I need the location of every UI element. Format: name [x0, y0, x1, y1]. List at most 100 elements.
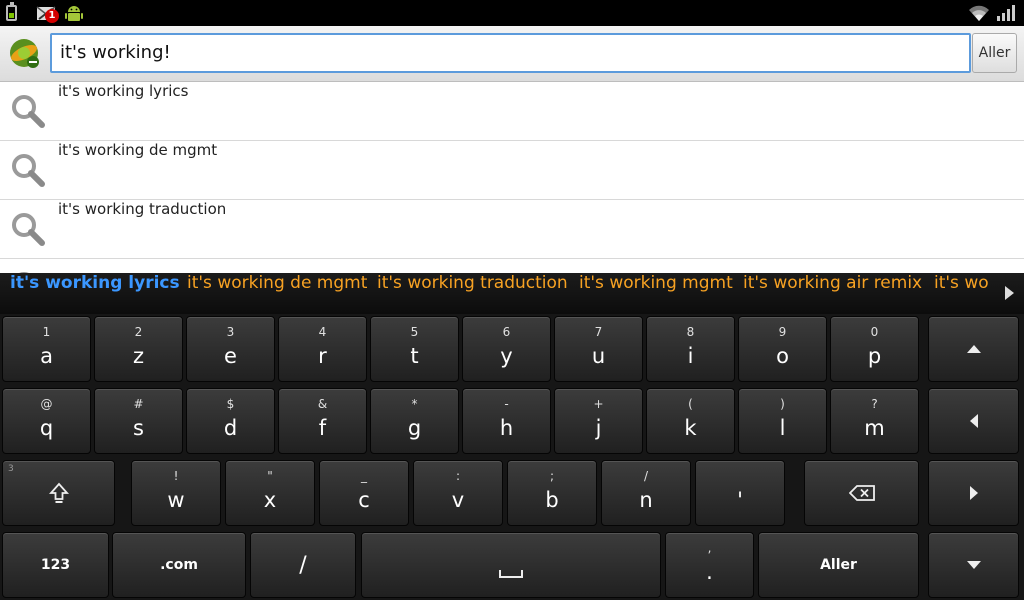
key-u[interactable]: 7u	[554, 316, 643, 382]
key-d[interactable]: $ d	[186, 388, 275, 454]
key-x[interactable]: " x	[225, 460, 315, 526]
key-label: l	[779, 416, 786, 440]
key-hint: 0	[870, 325, 879, 339]
key-z[interactable]: 2z	[94, 316, 183, 382]
notification-count-badge: 1	[45, 9, 59, 23]
key-r[interactable]: 4r	[278, 316, 367, 382]
space-key[interactable]	[361, 532, 661, 598]
suggestion-item-partial[interactable]	[0, 259, 1024, 273]
symbols-key[interactable]: 123	[2, 532, 109, 598]
key-apostrophe[interactable]: '	[695, 460, 785, 526]
search-icon	[12, 95, 45, 128]
dotcom-key[interactable]: .com	[112, 532, 246, 598]
key-a[interactable]: 1a	[2, 316, 91, 382]
suggestion-item[interactable]: it's working lyrics	[0, 82, 1024, 141]
suggestion-text: it's working lyrics	[58, 82, 189, 100]
key-e[interactable]: 3e	[186, 316, 275, 382]
shift-icon	[48, 482, 69, 503]
candidate-word[interactable]: it's working air remix	[743, 273, 922, 293]
key-v[interactable]: :v	[413, 460, 503, 526]
key-label: a	[40, 344, 53, 368]
key-h[interactable]: -h	[462, 388, 551, 454]
candidate-word[interactable]: it's working mgmt	[579, 273, 733, 293]
key-s[interactable]: # s	[94, 388, 183, 454]
suggestion-item[interactable]: it's working traduction	[0, 200, 1024, 259]
key-label: h	[499, 416, 514, 440]
space-bar-icon	[499, 570, 523, 578]
key-label: .	[706, 560, 713, 584]
key-o[interactable]: 9o	[738, 316, 827, 382]
slash-key[interactable]: /	[250, 532, 356, 598]
key-n[interactable]: / n	[601, 460, 691, 526]
key-hint: 3	[226, 325, 235, 339]
go-button[interactable]: Aller	[972, 33, 1017, 73]
key-hint: 4	[318, 325, 327, 339]
soft-keyboard: 1a 2z 3e 4r 5t 6y 7u 8i 9o 0p @ q # s $ d &…	[0, 314, 1024, 600]
arrow-down-key[interactable]	[928, 532, 1019, 598]
key-label: .com	[160, 557, 198, 573]
key-label: Aller	[820, 557, 857, 573]
key-hint: :	[455, 469, 461, 483]
key-l[interactable]: ) l	[738, 388, 827, 454]
arrow-right-key[interactable]	[928, 460, 1019, 526]
suggestion-text: it's working de mgmt	[58, 141, 218, 159]
key-label: d	[223, 416, 238, 440]
key-label: s	[133, 416, 144, 440]
key-q[interactable]: @ q	[2, 388, 91, 454]
key-label: e	[224, 344, 237, 368]
status-bar: 1	[0, 0, 1024, 26]
key-hint: 2	[134, 325, 143, 339]
battery-icon	[6, 2, 17, 21]
more-candidates-arrow-icon[interactable]	[1005, 286, 1014, 300]
key-label: x	[263, 488, 277, 512]
key-j[interactable]: + j	[554, 388, 643, 454]
enter-key[interactable]: Aller	[758, 532, 919, 598]
key-label: r	[318, 344, 327, 368]
candidate-word[interactable]: it's working traduction	[377, 273, 568, 293]
key-w[interactable]: ! w	[131, 460, 221, 526]
key-hint: $	[226, 397, 235, 411]
arrow-up-key[interactable]	[928, 316, 1019, 382]
shift-key[interactable]: 3	[2, 460, 115, 526]
backspace-key[interactable]	[804, 460, 919, 526]
candidate-word[interactable]: it's wo	[934, 273, 989, 293]
arrow-up-icon	[966, 345, 981, 353]
key-m[interactable]: ? m	[830, 388, 919, 454]
search-input[interactable]: it's working!	[50, 33, 971, 73]
key-hint: _	[361, 469, 367, 483]
key-label: k	[684, 416, 697, 440]
arrow-down-icon	[966, 561, 981, 569]
key-y[interactable]: 6y	[462, 316, 551, 382]
key-g[interactable]: * g	[370, 388, 459, 454]
suggestion-item[interactable]: it's working de mgmt	[0, 141, 1024, 200]
candidate-word-selected[interactable]: it's working lyrics	[10, 273, 180, 293]
key-label: f	[318, 416, 327, 440]
signal-icon	[997, 5, 1015, 21]
key-hint: &	[317, 397, 328, 411]
key-i[interactable]: 8i	[646, 316, 735, 382]
key-label: o	[776, 344, 789, 368]
key-hint: #	[133, 397, 144, 411]
candidate-word[interactable]: it's working de mgmt	[187, 273, 367, 293]
key-label: j	[595, 416, 602, 440]
key-f[interactable]: & f	[278, 388, 367, 454]
key-k[interactable]: (k	[646, 388, 735, 454]
arrow-left-key[interactable]	[928, 388, 1019, 454]
key-hint: !	[173, 469, 179, 483]
key-hint: ;	[549, 469, 555, 483]
browser-logo-icon[interactable]	[8, 36, 42, 70]
key-hint: 6	[502, 325, 511, 339]
key-p[interactable]: 0p	[830, 316, 919, 382]
backspace-icon	[848, 485, 875, 501]
android-debug-icon	[65, 6, 83, 21]
key-label: z	[132, 344, 145, 368]
key-b[interactable]: ; b	[507, 460, 597, 526]
search-icon	[12, 154, 45, 187]
period-key[interactable]: ,.	[665, 532, 754, 598]
suggestion-list: it's working lyrics it's working de mgmt…	[0, 82, 1024, 273]
wifi-icon	[969, 5, 989, 21]
key-t[interactable]: 5t	[370, 316, 459, 382]
key-c[interactable]: _ c	[319, 460, 409, 526]
arrow-right-icon	[969, 486, 978, 500]
key-label: p	[867, 344, 882, 368]
